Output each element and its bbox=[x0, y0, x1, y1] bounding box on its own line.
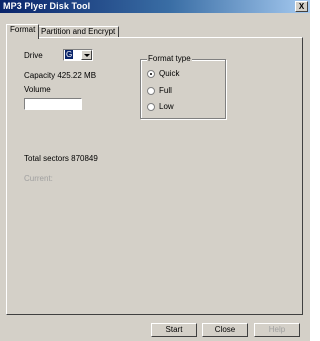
format-type-group: Format type Quick Full Low bbox=[140, 54, 226, 119]
radio-full-label: Full bbox=[159, 86, 172, 95]
disk-tool-window: MP3 Plyer Disk Tool X Format Partition a… bbox=[0, 0, 310, 341]
help-button[interactable]: Help bbox=[254, 323, 300, 337]
capacity-text: Capacity 425.22 MB bbox=[24, 71, 97, 80]
drive-value: G bbox=[65, 50, 74, 59]
radio-button[interactable] bbox=[147, 70, 155, 78]
radio-button[interactable] bbox=[147, 103, 155, 111]
tab-format[interactable]: Format bbox=[6, 24, 40, 39]
format-panel: Drive G Capacity 425.22 MB Volume Total … bbox=[6, 37, 303, 315]
volume-input[interactable] bbox=[24, 98, 82, 110]
drive-label: Drive bbox=[24, 51, 43, 60]
current-label: Current: bbox=[24, 174, 53, 183]
drive-select[interactable]: G bbox=[63, 49, 93, 61]
total-sectors-text: Total sectors 870849 bbox=[24, 154, 98, 163]
window-title: MP3 Plyer Disk Tool bbox=[3, 1, 91, 11]
close-button[interactable]: Close bbox=[202, 323, 248, 337]
start-button[interactable]: Start bbox=[151, 323, 197, 337]
radio-quick-label: Quick bbox=[159, 69, 180, 78]
radio-low-label: Low bbox=[159, 102, 174, 111]
close-window-button[interactable]: X bbox=[295, 1, 308, 12]
title-bar[interactable]: MP3 Plyer Disk Tool X bbox=[0, 0, 310, 13]
chevron-down-icon[interactable] bbox=[81, 50, 92, 60]
radio-button[interactable] bbox=[147, 87, 155, 95]
format-type-title: Format type bbox=[147, 54, 192, 64]
volume-label: Volume bbox=[24, 85, 51, 94]
